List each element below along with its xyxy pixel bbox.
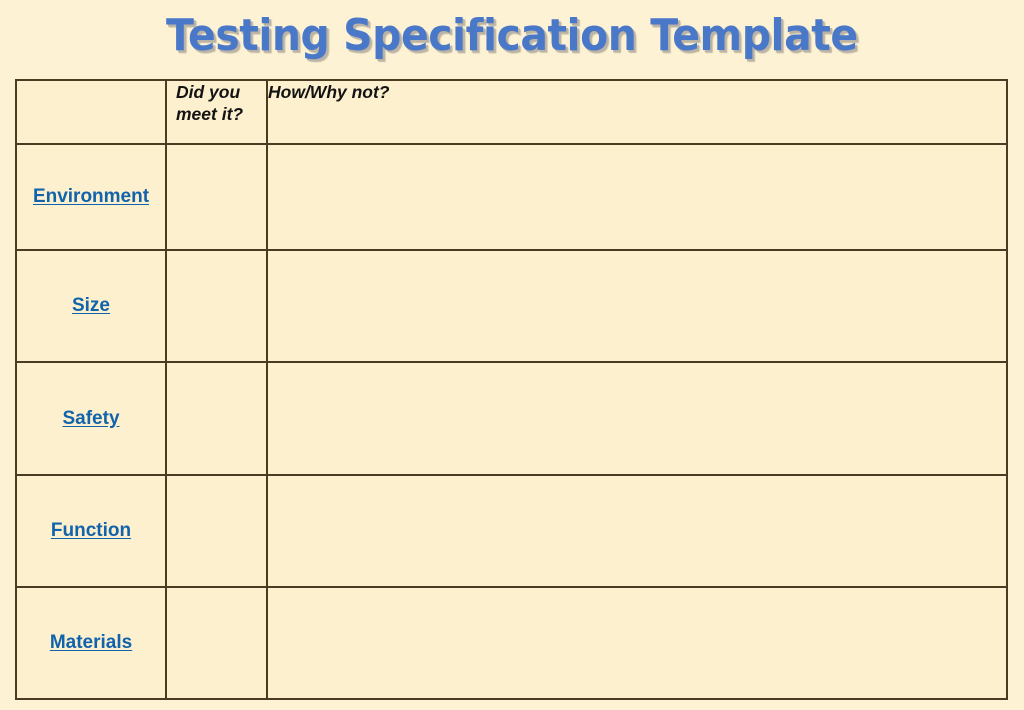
reason-cell-safety[interactable] <box>266 361 1008 476</box>
page-title-container: Testing Specification Template <box>0 2 1024 68</box>
header-how-why-not: How/Why not? <box>266 79 1008 145</box>
table-header-row: Did you meet it? How/Why not? <box>15 79 1008 145</box>
criteria-cell-safety: Safety <box>15 361 167 476</box>
criteria-link-size[interactable]: Size <box>72 295 110 317</box>
met-cell-function[interactable] <box>165 474 268 588</box>
criteria-cell-size: Size <box>15 249 167 363</box>
criteria-link-safety[interactable]: Safety <box>62 408 119 430</box>
page-root: Testing Specification Template Did you m… <box>0 0 1024 710</box>
reason-cell-function[interactable] <box>266 474 1008 588</box>
criteria-link-materials[interactable]: Materials <box>50 632 132 654</box>
met-cell-size[interactable] <box>165 249 268 363</box>
header-criteria-blank <box>15 79 167 145</box>
criteria-cell-materials: Materials <box>15 586 167 700</box>
table-row: Safety <box>15 361 1008 476</box>
table-row: Size <box>15 249 1008 363</box>
table-row: Materials <box>15 586 1008 700</box>
header-did-you-meet-it: Did you meet it? <box>165 79 268 145</box>
table-row: Function <box>15 474 1008 588</box>
criteria-cell-environment: Environment <box>15 143 167 251</box>
page-title: Testing Specification Template <box>166 9 858 61</box>
met-cell-environment[interactable] <box>165 143 268 251</box>
criteria-cell-function: Function <box>15 474 167 588</box>
criteria-link-function[interactable]: Function <box>51 520 131 542</box>
reason-cell-size[interactable] <box>266 249 1008 363</box>
criteria-link-environment[interactable]: Environment <box>33 186 149 208</box>
reason-cell-materials[interactable] <box>266 586 1008 700</box>
testing-specification-table: Did you meet it? How/Why not? Environmen… <box>15 79 1008 700</box>
met-cell-safety[interactable] <box>165 361 268 476</box>
table-row: Environment <box>15 143 1008 251</box>
met-cell-materials[interactable] <box>165 586 268 700</box>
reason-cell-environment[interactable] <box>266 143 1008 251</box>
